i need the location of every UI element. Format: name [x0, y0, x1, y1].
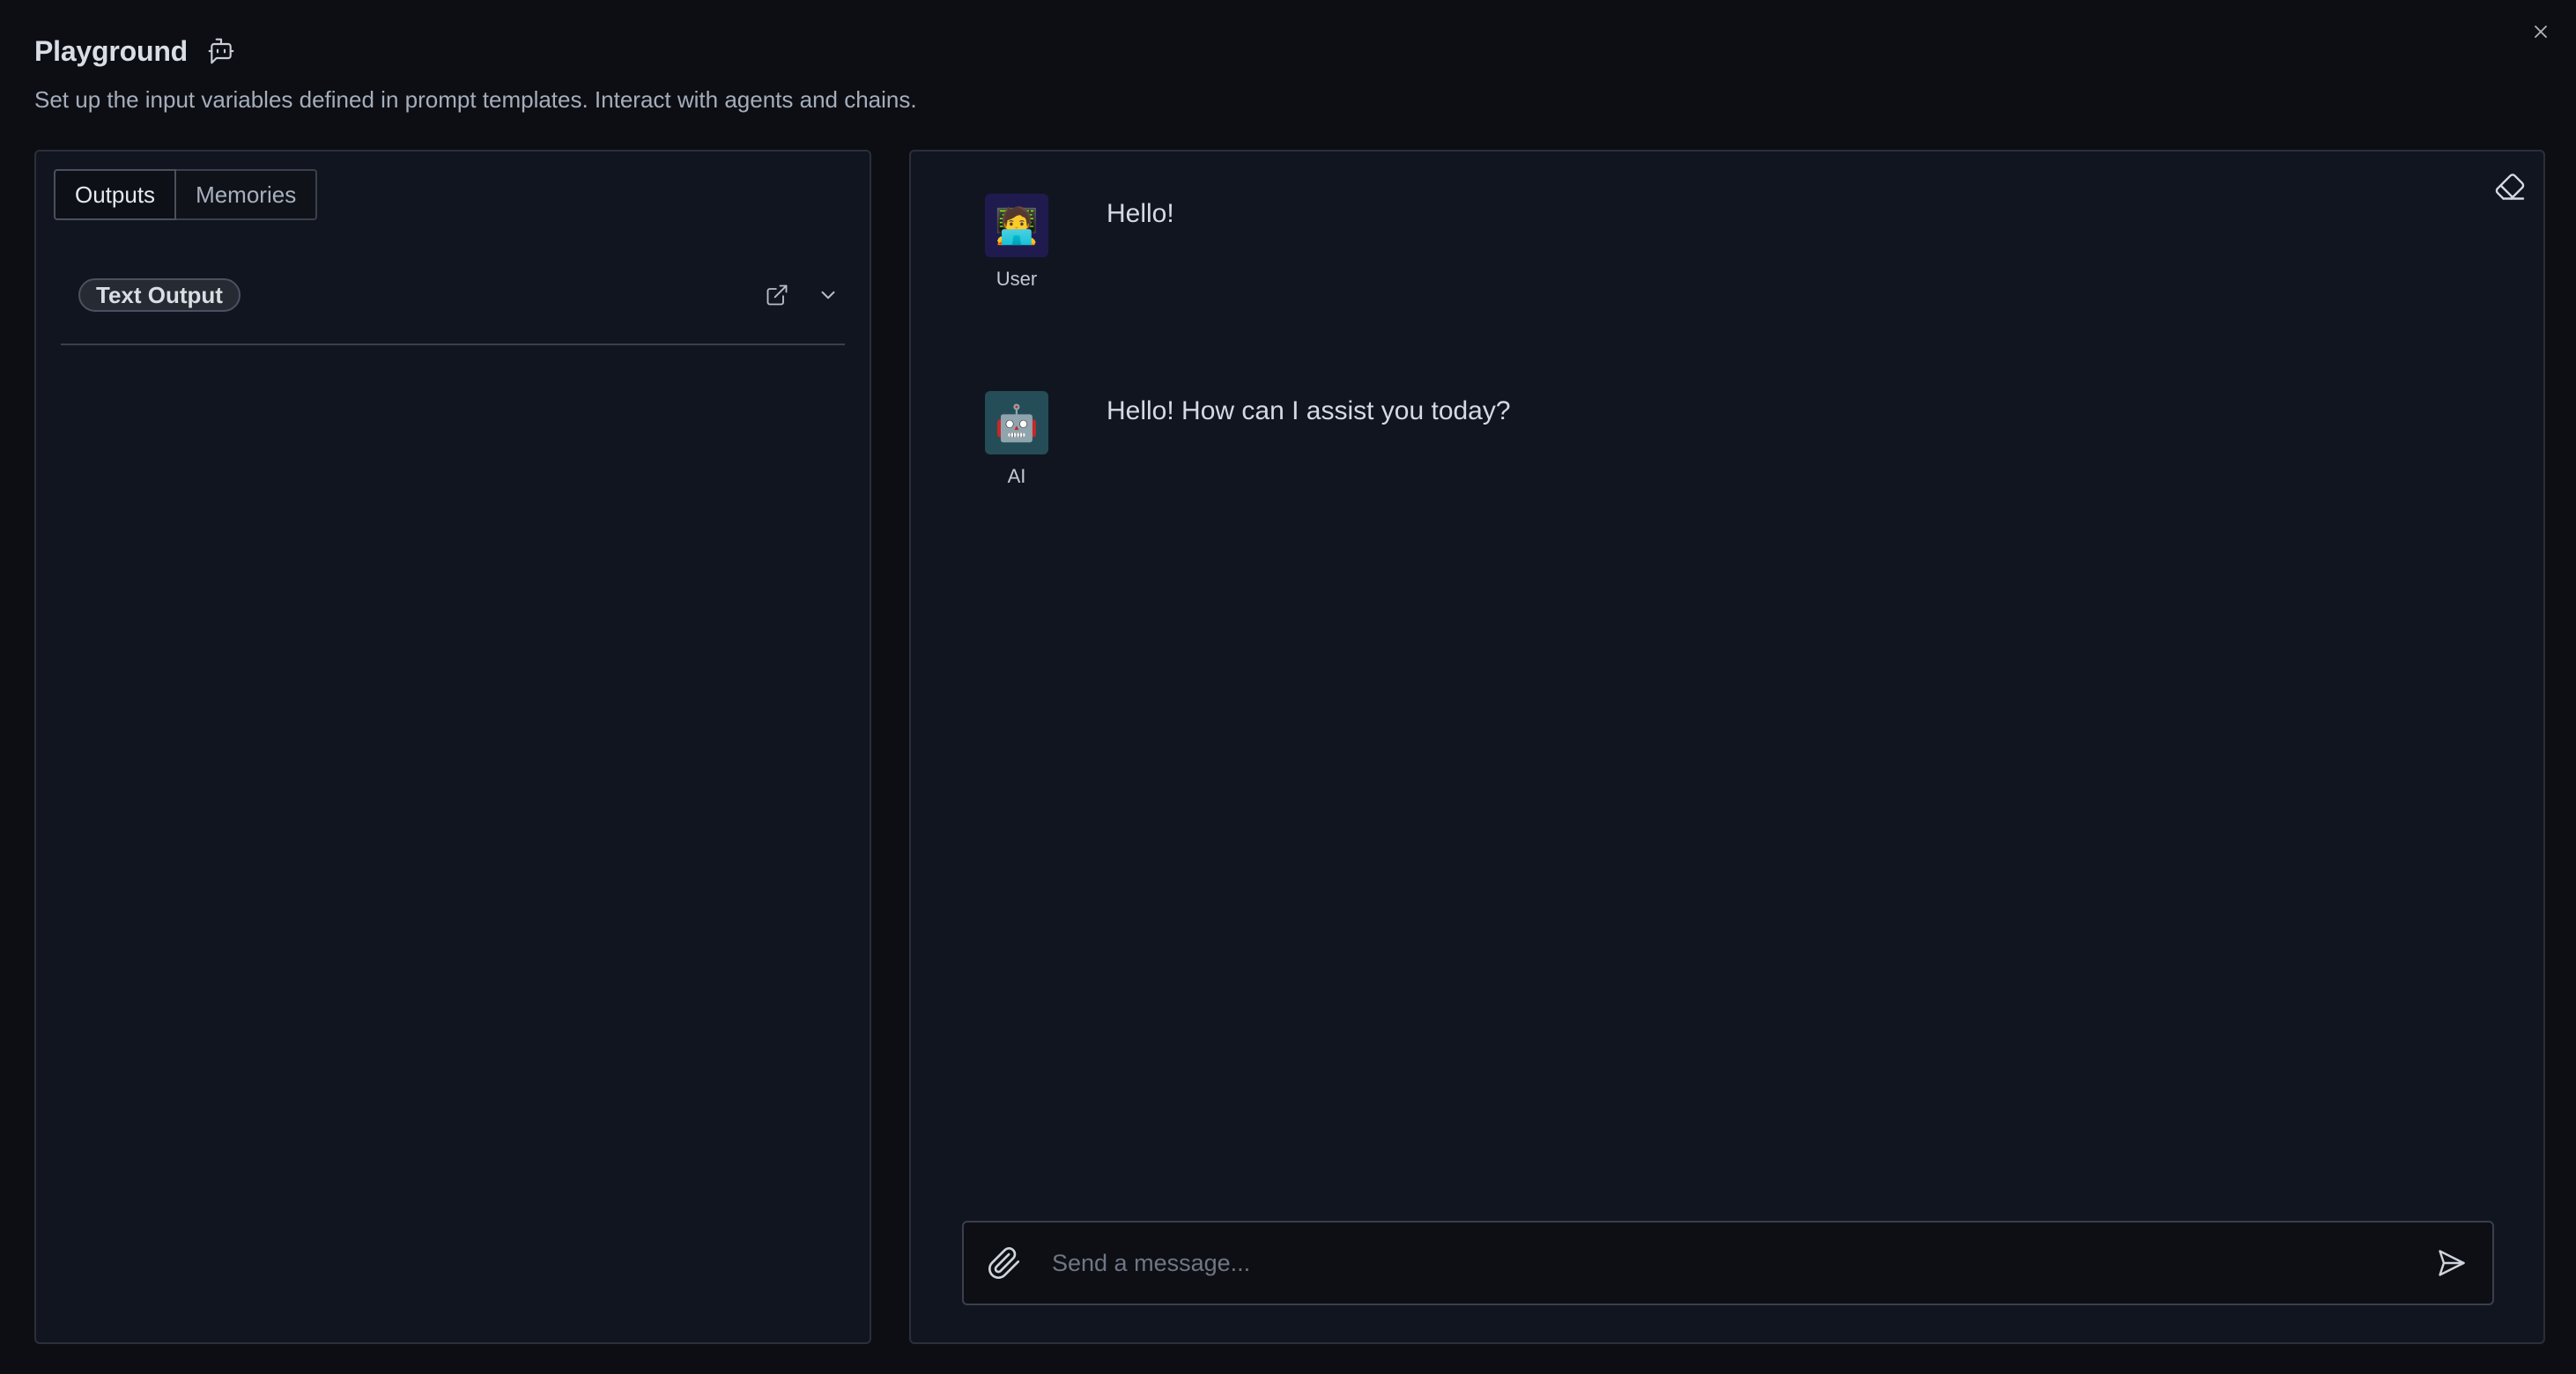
ai-avatar-wrap: 🤖 AI	[981, 391, 1052, 488]
panel-tabs: Outputs Memories	[54, 169, 318, 220]
outputs-panel: Outputs Memories Text Output	[34, 150, 871, 1344]
page-subtitle: Set up the input variables defined in pr…	[34, 86, 917, 113]
output-item[interactable]: Text Output	[61, 275, 845, 345]
avatar: 🤖	[985, 391, 1048, 454]
eraser-icon	[2495, 174, 2525, 200]
message-input[interactable]	[1050, 1223, 2411, 1304]
user-avatar-wrap: 🧑‍💻 User	[981, 194, 1052, 291]
tab-outputs[interactable]: Outputs	[54, 169, 177, 220]
sender-label: AI	[1007, 465, 1026, 487]
modal-header: Playground Set up the input variables de…	[34, 30, 2542, 114]
attach-button[interactable]	[985, 1244, 1024, 1282]
output-badge: Text Output	[78, 278, 241, 312]
chat-message-ai: 🤖 AI Hello! How can I assist you today?	[981, 391, 1511, 488]
chevron-down-icon	[821, 291, 835, 299]
title-row: Playground	[34, 30, 2542, 72]
send-button[interactable]	[2432, 1244, 2471, 1282]
close-button[interactable]	[2527, 18, 2555, 46]
expand-button[interactable]	[815, 282, 841, 308]
playground-modal: Playground Set up the input variables de…	[0, 0, 2576, 1374]
send-icon	[2439, 1250, 2465, 1276]
avatar: 🧑‍💻	[985, 194, 1048, 257]
chat-panel: 🧑‍💻 User Hello! 🤖 AI Hello! How can I as…	[909, 150, 2545, 1344]
paperclip-icon	[988, 1247, 1020, 1279]
page-title: Playground	[34, 34, 189, 67]
close-icon	[2535, 26, 2547, 38]
message-text: Hello!	[1107, 199, 1174, 228]
message-composer	[962, 1221, 2494, 1305]
external-link-icon	[766, 284, 788, 306]
output-actions	[764, 282, 841, 308]
chat-message-user: 🧑‍💻 User Hello!	[981, 194, 1174, 291]
tab-memories[interactable]: Memories	[176, 169, 318, 220]
message-text: Hello! How can I assist you today?	[1107, 396, 1511, 425]
sender-label: User	[996, 268, 1038, 290]
bot-message-square-icon	[205, 35, 237, 67]
clear-chat-button[interactable]	[2492, 169, 2528, 204]
external-link-button[interactable]	[764, 282, 790, 308]
